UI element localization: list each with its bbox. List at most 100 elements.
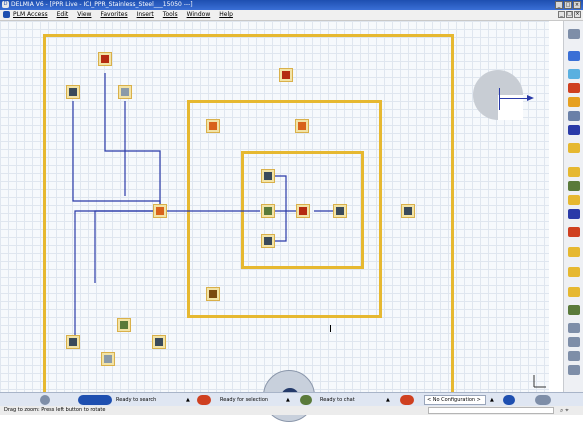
document-window-controls: _ □ ×	[558, 11, 581, 18]
operation-icon	[299, 207, 307, 215]
menu-app-icon[interactable]	[3, 11, 10, 18]
toolbar-button-20[interactable]	[568, 351, 580, 361]
resource-icon	[104, 355, 112, 363]
toolbar-button-11[interactable]	[568, 195, 580, 205]
toolbar-button-13[interactable]	[568, 227, 580, 237]
operation-icon	[336, 207, 344, 215]
node-resource-6[interactable]	[295, 119, 309, 133]
toolbar-button-15[interactable]	[568, 267, 580, 277]
menu-favorites[interactable]: Favorites	[100, 11, 127, 19]
node-process-hub[interactable]	[153, 204, 167, 218]
minimize-button[interactable]: _	[555, 1, 563, 9]
toolbar-button-12[interactable]	[568, 209, 580, 219]
toolbar-button-21[interactable]	[568, 365, 580, 375]
node-resource-10[interactable]	[66, 335, 80, 349]
chat-caret-icon[interactable]: ▲	[386, 395, 390, 405]
node-operation-2[interactable]	[261, 204, 275, 218]
axis-triad-icon	[533, 375, 546, 388]
configuration-caret-icon[interactable]: ▲	[490, 395, 494, 405]
resource-icon	[209, 290, 217, 298]
toolbar-button-2[interactable]	[568, 51, 580, 61]
toolbar-button-6[interactable]	[568, 111, 580, 121]
compass-small-icon[interactable]	[40, 395, 50, 405]
menu-edit[interactable]: Edit	[57, 11, 69, 19]
selection-pill[interactable]	[197, 395, 211, 405]
doc-minimize-button[interactable]: _	[558, 11, 565, 18]
right-toolbar	[563, 21, 583, 392]
operation-icon	[264, 237, 272, 245]
ppr-canvas[interactable]	[0, 21, 549, 422]
status-bar: Ready to search ▲ Ready for selection ▲ …	[0, 392, 583, 407]
menu-view[interactable]: View	[77, 11, 91, 19]
compass-icon[interactable]	[473, 70, 534, 120]
compass-axis-h	[499, 98, 527, 99]
maximize-button[interactable]: □	[564, 1, 572, 9]
resource-icon	[120, 321, 128, 329]
resource-icon	[69, 338, 77, 346]
toolbar-button-5[interactable]	[568, 97, 580, 107]
toolbar-button-4[interactable]	[568, 83, 580, 93]
node-resource-12[interactable]	[152, 335, 166, 349]
toolbar-button-16[interactable]	[568, 287, 580, 297]
node-resource-9[interactable]	[117, 318, 131, 332]
compass-arrow-icon	[527, 95, 534, 101]
node-operation-5[interactable]	[261, 234, 275, 248]
window-controls: _ □ ×	[555, 1, 581, 9]
zoom-icons[interactable]: ⌕ ⌖	[560, 406, 580, 415]
resource-icon	[155, 338, 163, 346]
selection-status: Ready for selection	[220, 397, 269, 403]
node-resource-4[interactable]	[279, 68, 293, 82]
toolbar-button-14[interactable]	[568, 247, 580, 257]
toolbar-button-1[interactable]	[568, 29, 580, 39]
toolbar-button-18[interactable]	[568, 323, 580, 333]
menu-insert[interactable]: Insert	[137, 11, 154, 19]
node-resource-1[interactable]	[66, 85, 80, 99]
node-operation-1[interactable]	[261, 169, 275, 183]
configuration-field[interactable]: < No Configuration >	[424, 395, 486, 405]
toolbar-button-19[interactable]	[568, 337, 580, 347]
toolbar-button-9[interactable]	[568, 167, 580, 177]
toolbar-button-17[interactable]	[568, 305, 580, 315]
compass-axis-v	[499, 88, 500, 110]
menu-window[interactable]: Window	[187, 11, 211, 19]
node-resource-7[interactable]	[401, 204, 415, 218]
operation-icon	[264, 207, 272, 215]
close-button[interactable]: ×	[573, 1, 581, 9]
node-resource-8[interactable]	[206, 287, 220, 301]
doc-close-button[interactable]: ×	[574, 11, 581, 18]
window-title: DELMIA V6 - [PPR Live - ICI_PPR_Stainles…	[11, 1, 193, 8]
node-operation-3[interactable]	[296, 204, 310, 218]
node-resource-5[interactable]	[206, 119, 220, 133]
menu-plm-access[interactable]: PLM Access	[13, 11, 48, 19]
toolbar-button-8[interactable]	[568, 143, 580, 153]
toolbar-button-3[interactable]	[568, 69, 580, 79]
doc-maximize-button[interactable]: □	[566, 11, 573, 18]
node-resource-3[interactable]	[118, 85, 132, 99]
search-caret-icon[interactable]: ▲	[186, 395, 190, 405]
toolbar-button-7[interactable]	[568, 125, 580, 135]
resource-icon	[298, 122, 306, 130]
configuration-pill[interactable]	[400, 395, 414, 405]
menu-items: PLM Access Edit View Favorites Insert To…	[13, 11, 233, 19]
hint-text: Drag to zoom: Press left button to rotat…	[4, 407, 106, 413]
text-cursor-icon	[330, 325, 331, 332]
process-icon	[156, 207, 164, 215]
node-resource-11[interactable]	[101, 352, 115, 366]
resource-icon	[101, 55, 109, 63]
search-pill[interactable]	[78, 395, 112, 405]
menu-help[interactable]: Help	[219, 11, 233, 19]
operation-icon	[264, 172, 272, 180]
selection-caret-icon[interactable]: ▲	[286, 395, 290, 405]
node-operation-4[interactable]	[333, 204, 347, 218]
search-status: Ready to search	[116, 397, 157, 403]
command-input[interactable]	[428, 407, 554, 414]
toolbar-button-10[interactable]	[568, 181, 580, 191]
app-icon: D	[2, 1, 9, 8]
resource-icon	[121, 88, 129, 96]
menu-tools[interactable]: Tools	[163, 11, 178, 19]
chat-pill[interactable]	[300, 395, 312, 405]
node-resource-2[interactable]	[98, 52, 112, 66]
user-pill[interactable]	[535, 395, 551, 405]
chat-status: Ready to chat	[320, 397, 355, 403]
config-pill[interactable]	[503, 395, 515, 405]
